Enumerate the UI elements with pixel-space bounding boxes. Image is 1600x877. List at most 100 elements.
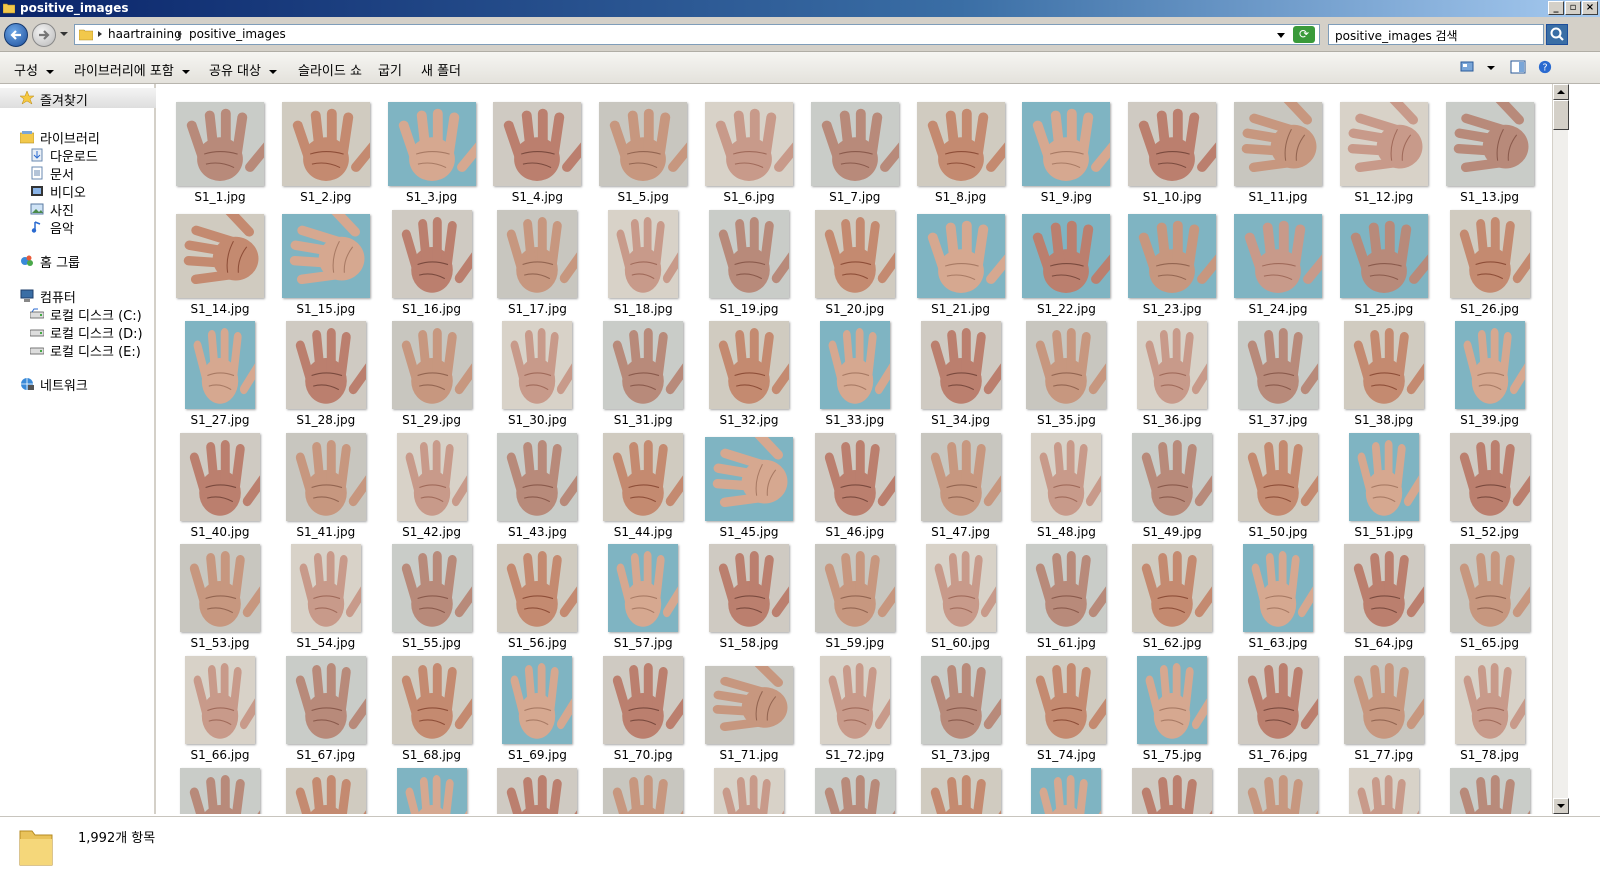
- file-item[interactable]: S1_69.jpg: [489, 650, 585, 762]
- file-item[interactable]: S1_7.jpg: [807, 92, 903, 204]
- file-item[interactable]: S1_67.jpg: [278, 650, 374, 762]
- vertical-scrollbar[interactable]: [1552, 84, 1569, 814]
- nav-drive-d[interactable]: 로컬 디스크 (D:): [50, 323, 143, 342]
- file-item[interactable]: S1_40.jpg: [172, 427, 268, 539]
- file-item[interactable]: S1_46.jpg: [807, 427, 903, 539]
- file-item[interactable]: S1_3.jpg: [384, 92, 480, 204]
- slideshow-button[interactable]: 슬라이드 쇼: [298, 60, 362, 79]
- file-item[interactable]: S1_62.jpg: [1124, 538, 1220, 650]
- chevron-right-icon[interactable]: [97, 31, 103, 37]
- file-item[interactable]: S1_66.jpg: [172, 650, 268, 762]
- breadcrumb-positive-images[interactable]: positive_images: [189, 27, 286, 41]
- file-item[interactable]: [489, 762, 585, 814]
- file-item[interactable]: S1_25.jpg: [1336, 204, 1432, 316]
- nav-network[interactable]: 네트워크: [40, 375, 88, 394]
- file-item[interactable]: S1_63.jpg: [1230, 538, 1326, 650]
- file-item[interactable]: S1_35.jpg: [1018, 315, 1114, 427]
- address-dropdown[interactable]: [1277, 33, 1285, 39]
- file-item[interactable]: S1_70.jpg: [595, 650, 691, 762]
- file-item[interactable]: S1_4.jpg: [489, 92, 585, 204]
- file-item[interactable]: S1_43.jpg: [489, 427, 585, 539]
- file-item[interactable]: S1_54.jpg: [278, 538, 374, 650]
- file-item[interactable]: S1_22.jpg: [1018, 204, 1114, 316]
- file-item[interactable]: S1_49.jpg: [1124, 427, 1220, 539]
- file-item[interactable]: S1_51.jpg: [1336, 427, 1432, 539]
- file-item[interactable]: S1_2.jpg: [278, 92, 374, 204]
- nav-documents[interactable]: 문서: [50, 164, 74, 183]
- help-icon[interactable]: ?: [1537, 60, 1553, 74]
- file-item[interactable]: S1_65.jpg: [1442, 538, 1538, 650]
- file-item[interactable]: S1_48.jpg: [1018, 427, 1114, 539]
- minimize-button[interactable]: _: [1548, 1, 1564, 15]
- file-item[interactable]: S1_71.jpg: [701, 650, 797, 762]
- nav-videos[interactable]: 비디오: [50, 182, 86, 201]
- file-item[interactable]: S1_39.jpg: [1442, 315, 1538, 427]
- file-item[interactable]: S1_41.jpg: [278, 427, 374, 539]
- nav-computer[interactable]: 컴퓨터: [40, 287, 76, 306]
- file-item[interactable]: S1_55.jpg: [384, 538, 480, 650]
- new-folder-button[interactable]: 새 폴더: [421, 60, 461, 79]
- file-item[interactable]: S1_27.jpg: [172, 315, 268, 427]
- file-item[interactable]: [1124, 762, 1220, 814]
- file-item[interactable]: S1_28.jpg: [278, 315, 374, 427]
- file-item[interactable]: S1_10.jpg: [1124, 92, 1220, 204]
- file-item[interactable]: S1_14.jpg: [172, 204, 268, 316]
- file-item[interactable]: S1_30.jpg: [489, 315, 585, 427]
- scroll-up-button[interactable]: [1553, 84, 1569, 100]
- close-button[interactable]: ×: [1582, 1, 1598, 15]
- view-dropdown-icon[interactable]: [1486, 60, 1496, 74]
- burn-button[interactable]: 굽기: [378, 60, 402, 79]
- nav-downloads[interactable]: 다운로드: [50, 146, 98, 165]
- nav-drive-c[interactable]: 로컬 디스크 (C:): [50, 305, 142, 324]
- file-item[interactable]: S1_16.jpg: [384, 204, 480, 316]
- file-item[interactable]: [807, 762, 903, 814]
- file-item[interactable]: S1_37.jpg: [1230, 315, 1326, 427]
- file-item[interactable]: [278, 762, 374, 814]
- file-item[interactable]: S1_44.jpg: [595, 427, 691, 539]
- file-item[interactable]: S1_1.jpg: [172, 92, 268, 204]
- file-item[interactable]: S1_56.jpg: [489, 538, 585, 650]
- file-item[interactable]: S1_50.jpg: [1230, 427, 1326, 539]
- preview-pane-icon[interactable]: [1510, 60, 1526, 74]
- share-with-button[interactable]: 공유 대상: [209, 60, 277, 79]
- file-item[interactable]: S1_74.jpg: [1018, 650, 1114, 762]
- file-item[interactable]: S1_61.jpg: [1018, 538, 1114, 650]
- file-item[interactable]: S1_72.jpg: [807, 650, 903, 762]
- nav-favorites[interactable]: 즐겨찾기: [0, 88, 156, 109]
- search-input[interactable]: positive_images 검색: [1328, 24, 1544, 45]
- recent-pages-dropdown[interactable]: [60, 30, 68, 38]
- address-field[interactable]: haartraining positive_images ⟳: [74, 24, 1320, 45]
- include-in-library-button[interactable]: 라이브러리에 포함: [74, 60, 190, 79]
- file-item[interactable]: S1_52.jpg: [1442, 427, 1538, 539]
- file-item[interactable]: S1_18.jpg: [595, 204, 691, 316]
- file-item[interactable]: S1_9.jpg: [1018, 92, 1114, 204]
- file-item[interactable]: S1_31.jpg: [595, 315, 691, 427]
- file-item[interactable]: S1_33.jpg: [807, 315, 903, 427]
- file-item[interactable]: S1_21.jpg: [913, 204, 1009, 316]
- file-item[interactable]: S1_11.jpg: [1230, 92, 1326, 204]
- file-item[interactable]: S1_8.jpg: [913, 92, 1009, 204]
- file-item[interactable]: S1_5.jpg: [595, 92, 691, 204]
- file-item[interactable]: S1_59.jpg: [807, 538, 903, 650]
- refresh-button[interactable]: ⟳: [1293, 26, 1315, 43]
- file-item[interactable]: S1_64.jpg: [1336, 538, 1432, 650]
- file-item[interactable]: S1_23.jpg: [1124, 204, 1220, 316]
- nav-homegroup[interactable]: 홈 그룹: [40, 252, 80, 271]
- file-item[interactable]: S1_26.jpg: [1442, 204, 1538, 316]
- file-item[interactable]: [1018, 762, 1114, 814]
- nav-music[interactable]: 음악: [50, 218, 74, 237]
- nav-pictures[interactable]: 사진: [50, 200, 74, 219]
- organize-button[interactable]: 구성: [14, 60, 54, 79]
- file-item[interactable]: S1_47.jpg: [913, 427, 1009, 539]
- forward-button[interactable]: [32, 23, 56, 47]
- chevron-right-icon[interactable]: [177, 31, 183, 37]
- file-item[interactable]: [701, 762, 797, 814]
- file-item[interactable]: S1_29.jpg: [384, 315, 480, 427]
- file-item[interactable]: S1_17.jpg: [489, 204, 585, 316]
- file-item[interactable]: S1_77.jpg: [1336, 650, 1432, 762]
- file-item[interactable]: [1442, 762, 1538, 814]
- file-item[interactable]: S1_42.jpg: [384, 427, 480, 539]
- file-item[interactable]: S1_32.jpg: [701, 315, 797, 427]
- file-item[interactable]: [595, 762, 691, 814]
- file-item[interactable]: S1_57.jpg: [595, 538, 691, 650]
